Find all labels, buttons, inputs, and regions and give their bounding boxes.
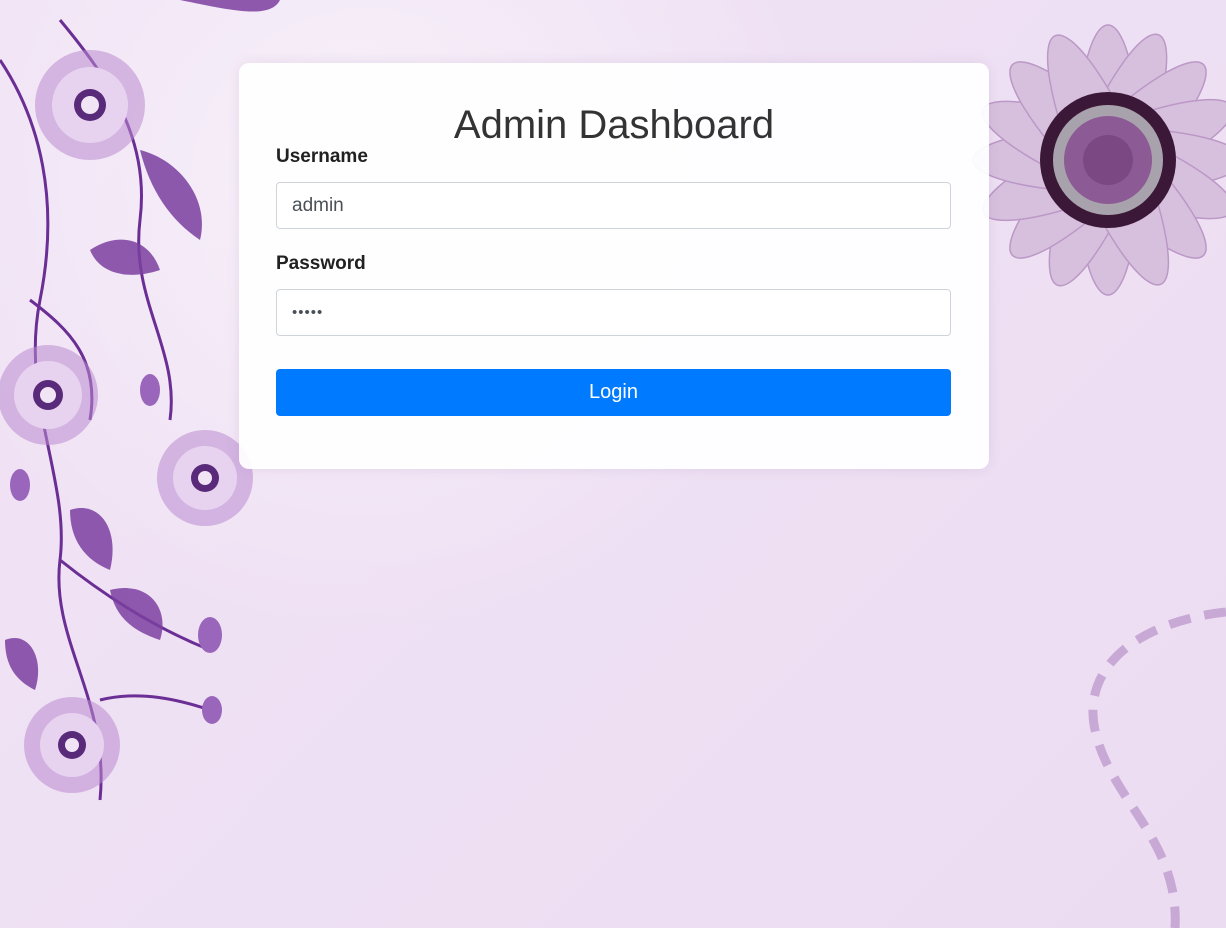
dashed-curve [1088, 607, 1226, 928]
username-label: Username [276, 146, 368, 167]
right-daisy [972, 24, 1226, 296]
page-title: Admin Dashboard [453, 103, 775, 147]
login-card: Admin Dashboard Username Password Login [239, 63, 989, 469]
left-floral-vine [0, 19, 211, 801]
username-input[interactable] [276, 182, 951, 229]
left-flowers [0, 50, 253, 793]
password-label: Password [276, 253, 366, 274]
password-input[interactable] [276, 289, 951, 336]
login-button[interactable]: Login [276, 369, 951, 416]
